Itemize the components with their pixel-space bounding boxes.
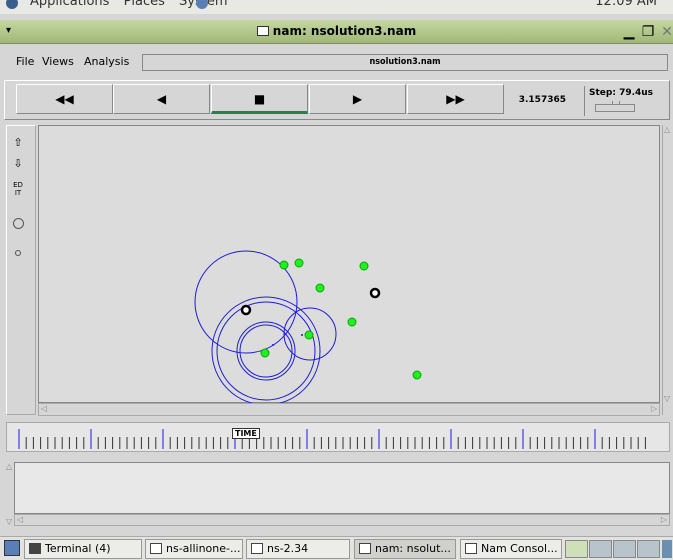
window-title-wrap: nam: nsolution3.nam [0,24,673,38]
annotation-horizontal-scrollbar[interactable]: ◁ ▷ [14,514,670,526]
canvas-vertical-scrollbar[interactable]: △ ▽ [662,125,673,415]
step-control[interactable]: Step: 79.4us [584,86,668,116]
timeline-ticks [18,429,646,449]
circle-tool-icon[interactable] [9,217,27,235]
rewind-button[interactable]: ◀◀ [16,84,113,114]
network-canvas[interactable] [38,125,660,406]
analysis-menu[interactable]: Analysis [84,55,129,68]
fast-forward-button[interactable]: ▶▶ [407,84,504,114]
step-back-button[interactable]: ◀ [113,84,210,114]
workspace-2[interactable] [589,540,612,558]
scroll-down-icon[interactable]: ▽ [664,394,670,403]
node [260,348,270,358]
maximize-button[interactable]: ❐ [639,23,657,41]
show-desktop-icon[interactable] [4,540,20,556]
window-icon [256,26,269,36]
clock[interactable]: 12:09 AM [595,0,657,9]
workspace-4[interactable] [637,540,660,558]
workspace-switcher[interactable] [565,540,661,558]
workspace-1[interactable] [565,540,588,558]
taskbar-item-ns-allinone[interactable]: ns-allinone-... [145,539,243,559]
play-button[interactable]: ▶ [309,84,406,114]
packet [272,344,274,346]
node [304,330,314,340]
canvas-horizontal-scrollbar[interactable]: ◁ ▷ [38,403,660,416]
taskbar-label: ns-2.34 [267,542,309,555]
taskbar-label: ns-allinone-... [166,542,241,555]
taskbar-item-nam-console[interactable]: Nam Consol... [460,539,562,559]
node-tool-icon[interactable] [9,244,27,262]
views-menu[interactable]: Views [42,55,74,68]
node [412,370,422,380]
stop-button[interactable]: ■ [211,84,308,114]
taskbar-item-nam[interactable]: nam: nsolut... [354,539,456,559]
scroll-up-icon[interactable]: △ [664,125,670,134]
trash-icon[interactable] [662,540,672,558]
annot-scroll-down-icon[interactable]: ▽ [6,517,12,526]
node [359,261,369,271]
timeline-slider[interactable] [6,422,670,452]
taskbar-label: Nam Consol... [481,542,558,555]
minimize-button[interactable]: ▁ [620,23,638,41]
annotation-vertical-scrollbar[interactable]: △ ▽ [6,462,14,526]
step-label: Step: 79.4us [589,88,654,98]
zoom-out-icon[interactable]: ⇩ [9,155,27,173]
annot-scroll-left-icon[interactable]: ◁ [17,515,23,524]
edit-label: ED IT [13,181,23,197]
workspace-3[interactable] [613,540,636,558]
timeline-time-marker[interactable]: TIME [232,428,260,439]
annot-scroll-up-icon[interactable]: △ [6,462,12,471]
close-button[interactable]: ✕ [658,23,673,41]
places-menu[interactable]: Places [124,0,165,9]
distro-logo-icon[interactable] [6,0,18,9]
packet [301,334,303,336]
annot-scroll-right-icon[interactable]: ▷ [661,515,667,524]
step-slider[interactable] [595,101,635,112]
taskbar-item-ns234[interactable]: ns-2.34 [246,539,350,559]
node [279,260,289,270]
edit-button[interactable]: ED IT [9,181,27,205]
node [347,317,357,327]
scroll-left-icon[interactable]: ◁ [41,404,47,413]
file-menu[interactable]: File [16,55,34,68]
trace-filename: nsolution3.nam [142,54,668,71]
node [369,287,381,299]
node [240,304,252,316]
node [315,283,325,293]
taskbar-label: Terminal (4) [45,542,111,555]
network-animation [194,250,422,406]
window-title: nam: nsolution3.nam [272,24,417,38]
zoom-in-icon[interactable]: ⇧ [9,134,27,152]
current-time: 3.157365 [518,95,566,105]
taskbar-label: nam: nsolut... [375,542,451,555]
node [294,258,304,268]
window-titlebar[interactable]: ▾ nam: nsolution3.nam ▁ ❐ ✕ [0,20,673,44]
taskbar-item-terminal[interactable]: Terminal (4) [24,539,142,559]
annotation-panel[interactable] [14,462,670,514]
system-panel: Applications Places System 12:09 AM [0,0,673,14]
applications-menu[interactable]: Applications [30,0,109,9]
scroll-right-icon[interactable]: ▷ [651,404,657,413]
